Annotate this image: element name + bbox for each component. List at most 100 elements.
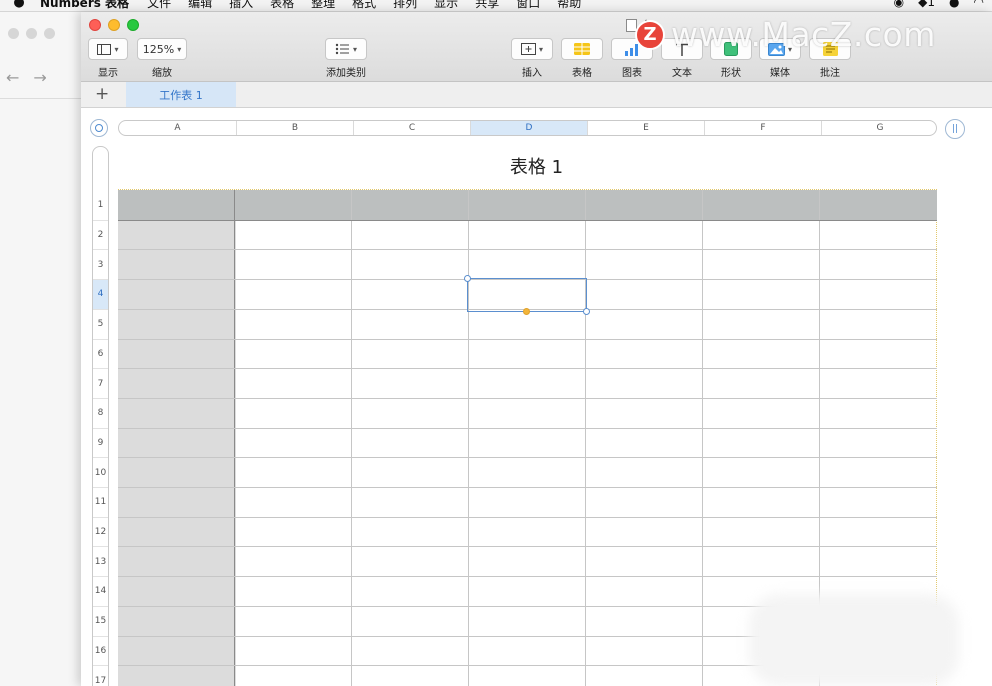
sheet-tab-bar: + 工作表 1 [81,82,992,108]
grid-column-line [234,190,235,686]
menu-view[interactable]: 显示 [434,0,458,11]
wechat-icon[interactable]: ● [949,0,959,9]
forward-arrow-icon[interactable]: → [33,68,46,87]
insert-label: 插入 [522,68,542,79]
zoom-value: 125% [142,42,175,56]
menu-file[interactable]: 文件 [147,0,171,11]
row-header-5[interactable]: 5 [93,308,108,339]
grid-row-line [118,427,937,429]
chevron-down-icon: ▾ [538,44,543,54]
menu-app-name[interactable]: Numbers 表格 [40,0,129,11]
grid-row-line [118,576,937,578]
row-header-12[interactable]: 12 [93,516,108,547]
table-title[interactable]: 表格 1 [81,153,992,179]
chevron-down-icon: ▾ [177,44,182,54]
notification-icon[interactable]: ◆1 [918,0,935,9]
table-label: 表格 [572,68,592,79]
header-row [118,190,937,220]
column-header-b[interactable]: B [236,121,353,135]
row-header-8[interactable]: 8 [93,397,108,428]
row-header-10[interactable]: 10 [93,457,108,487]
menu-status-area: ◉ ◆1 ● ◠ [894,0,984,9]
sheet-canvas: ABCDEFG || 表格 1 1 2 3 4 5 6 7 8 9 10 11 12 13 14 15 16 1… [81,108,992,686]
column-header-a[interactable]: A [119,121,236,135]
column-header-c[interactable]: C [353,121,470,135]
add-category-button[interactable]: ▾ [325,38,367,60]
add-sheet-button[interactable]: + [95,84,109,104]
grid-row-line [118,457,937,459]
menu-edit[interactable]: 编辑 [188,0,212,11]
table-button[interactable] [561,38,603,60]
apple-menu-icon[interactable]: ● [4,0,34,10]
row-header-1[interactable]: 1 [93,190,108,220]
minimize-window-icon[interactable] [108,19,120,31]
vpn-icon[interactable]: ◉ [894,0,904,9]
zoom-tool: 125% ▾ 缩放 [137,38,187,79]
watermark: Z www.MacZ.com [635,15,936,54]
text-label: 文本 [672,68,692,79]
row-header-7[interactable]: 7 [93,368,108,398]
autofill-handle[interactable] [522,307,530,315]
column-header-d[interactable]: D [470,121,587,135]
row-header-14[interactable]: 14 [93,576,108,606]
grid-column-line [702,190,703,686]
row-header-15[interactable]: 15 [93,605,108,636]
selection-handle-bottom-right[interactable] [583,307,590,315]
menu-share[interactable]: 共享 [475,0,499,11]
column-header-g[interactable]: G [821,121,936,135]
view-label: 显示 [98,68,118,79]
row-header-16[interactable]: 16 [93,635,108,666]
view-button[interactable]: ▾ [88,38,128,60]
menu-table[interactable]: 表格 [270,0,294,11]
row-header-17[interactable]: 17 [93,665,108,686]
row-header-2[interactable]: 2 [93,219,108,250]
chevron-down-icon: ▾ [352,44,357,54]
background-window-lights [8,28,55,39]
view-tool: ▾ 显示 [88,38,128,79]
divider [0,98,92,99]
chevron-down-icon: ▾ [114,44,119,54]
wifi-icon[interactable]: ◠ [974,0,984,9]
header-column [118,190,236,686]
insert-tool: ▾ 插入 [511,38,553,79]
list-icon [335,43,349,55]
insert-icon [520,43,536,55]
insert-button[interactable]: ▾ [511,38,553,60]
column-resize-handle-icon[interactable]: || [945,119,965,139]
row-header-3[interactable]: 3 [93,249,108,279]
row-header-9[interactable]: 9 [93,427,108,458]
back-arrow-icon[interactable]: ← [6,68,19,87]
menu-window[interactable]: 窗口 [516,0,540,11]
close-window-icon[interactable] [89,19,101,31]
row-header-11[interactable]: 11 [93,487,108,517]
menu-arrange[interactable]: 排列 [393,0,417,11]
fullscreen-window-icon[interactable] [127,19,139,31]
selected-cell[interactable] [467,278,587,312]
column-header-e[interactable]: E [587,121,704,135]
menu-organize[interactable]: 整理 [311,0,335,11]
menu-insert[interactable]: 插入 [229,0,253,11]
grid-row-line [118,516,937,518]
select-table-icon[interactable] [90,119,108,137]
menu-help[interactable]: 帮助 [557,0,581,11]
obscured-area [749,594,959,686]
zoom-select[interactable]: 125% ▾ [137,38,187,60]
grid-row-line [118,546,937,548]
bg-close-icon[interactable] [8,28,19,39]
bg-minimize-icon[interactable] [26,28,37,39]
table-icon [574,43,590,55]
category-tool: ▾ 添加类别 [325,38,367,79]
numbers-window: 名 ▾ 显示 125% ▾ 缩放 ▾ 添加类别 [81,12,992,686]
menu-format[interactable]: 格式 [352,0,376,11]
grid-row-line [118,397,937,399]
bg-zoom-icon[interactable] [44,28,55,39]
grid-row-line [118,338,937,340]
row-header-4[interactable]: 4 [93,279,108,309]
tab-sheet-1[interactable]: 工作表 1 [126,82,236,107]
add-category-label: 添加类别 [326,68,366,79]
grid-row-line [118,249,937,251]
column-header-f[interactable]: F [704,121,821,135]
row-header-13[interactable]: 13 [93,546,108,576]
row-header-6[interactable]: 6 [93,338,108,369]
grid-row-line [118,368,937,370]
